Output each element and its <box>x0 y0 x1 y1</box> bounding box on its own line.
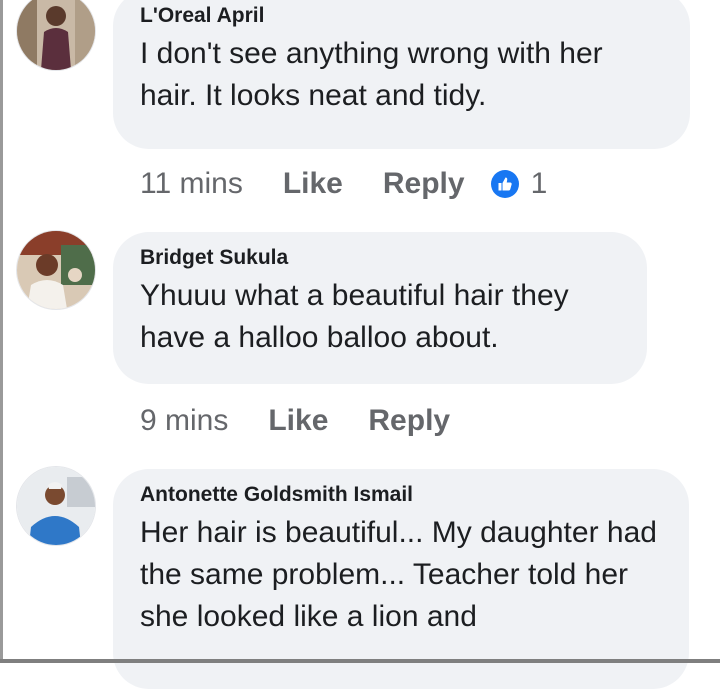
avatar-photo <box>17 231 95 309</box>
comment-author[interactable]: L'Oreal April <box>140 3 662 29</box>
reply-button[interactable]: Reply <box>368 404 450 438</box>
reply-button[interactable]: Reply <box>383 167 465 201</box>
avatar-photo <box>17 0 95 70</box>
comment-author[interactable]: Bridget Sukula <box>140 245 619 271</box>
comment-text: Yhuuu what a beautiful hair they have a … <box>140 279 569 354</box>
reaction-count: 1 <box>530 167 548 200</box>
avatar-photo <box>17 467 95 545</box>
comment-timestamp[interactable]: 11 mins <box>140 167 243 201</box>
comment-text: Her hair is beautiful... My daughter had… <box>140 516 657 633</box>
comment-author[interactable]: Antonette Goldsmith Ismail <box>140 482 661 508</box>
avatar[interactable] <box>17 467 95 545</box>
comment-actions: 9 mins Like Reply <box>140 401 490 441</box>
avatar[interactable] <box>17 231 95 309</box>
thumbs-up-icon <box>490 170 519 198</box>
comment-timestamp[interactable]: 9 mins <box>140 404 228 438</box>
reaction-summary[interactable]: 1 <box>490 167 548 201</box>
like-button[interactable]: Like <box>268 404 328 438</box>
avatar[interactable] <box>17 0 95 70</box>
comment-actions: 11 mins Like Reply 1 <box>140 164 547 204</box>
comment-bubble: Bridget Sukula Yhuuu what a beautiful ha… <box>113 232 647 384</box>
screenshot-bottom-border <box>0 659 720 663</box>
comment-bubble: L'Oreal April I don't see anything wrong… <box>113 0 690 149</box>
screenshot-left-border <box>0 0 3 663</box>
comment-text: I don't see anything wrong with her hair… <box>140 37 603 112</box>
comment-bubble: Antonette Goldsmith Ismail Her hair is b… <box>113 469 689 689</box>
like-button[interactable]: Like <box>283 167 343 201</box>
